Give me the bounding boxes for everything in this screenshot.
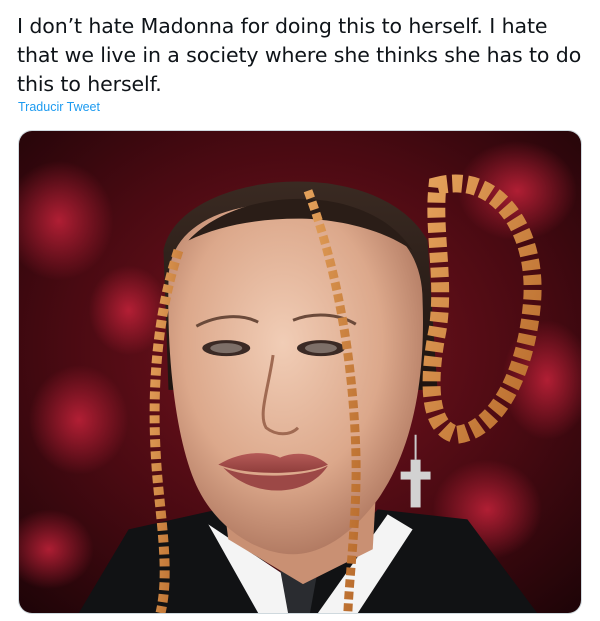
portrait-photo — [19, 131, 581, 613]
tweet-text: I don’t hate Madonna for doing this to h… — [17, 14, 582, 96]
translate-tweet-link[interactable]: Traducir Tweet — [18, 100, 100, 114]
tweet: I don’t hate Madonna for doing this to h… — [0, 0, 600, 621]
tweet-photo[interactable] — [18, 130, 582, 614]
